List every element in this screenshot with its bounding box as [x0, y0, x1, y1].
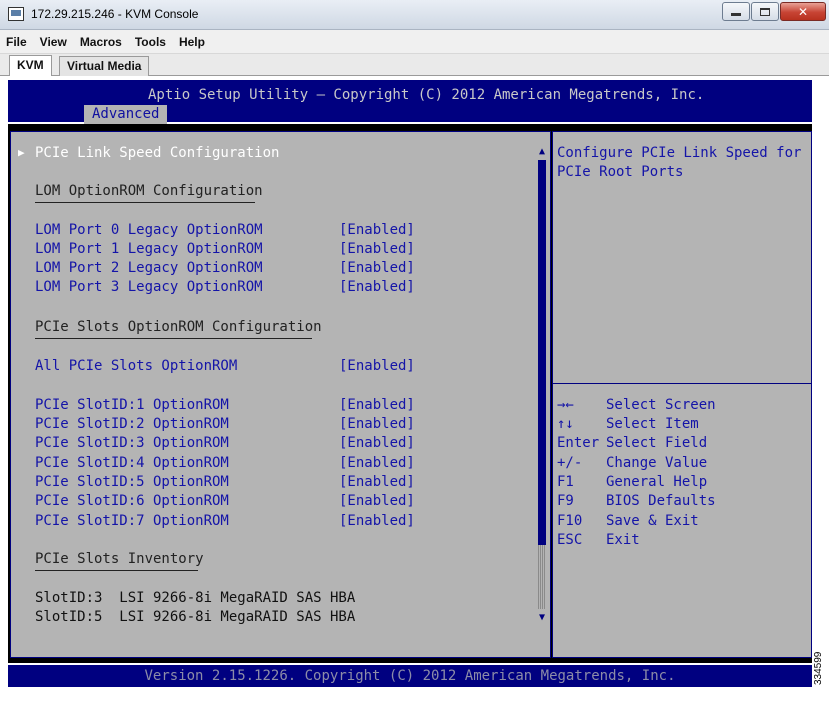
- lom-section-underline: [35, 202, 255, 203]
- scroll-up-arrow-icon[interactable]: ▲: [536, 146, 548, 158]
- key-bios-defaults-desc: BIOS Defaults: [606, 493, 716, 509]
- key-select-field-desc: Select Field: [606, 435, 708, 451]
- maximize-button[interactable]: [751, 2, 779, 21]
- key-general-help-desc: General Help: [606, 474, 708, 490]
- lom-port-1-value[interactable]: [Enabled]: [339, 240, 415, 258]
- pcie-slot-4-value[interactable]: [Enabled]: [339, 454, 415, 472]
- settings-scrollbar[interactable]: ▲ ▼: [536, 146, 548, 624]
- pcie-slot-2-item[interactable]: PCIe SlotID:2 OptionROM: [35, 415, 229, 433]
- key-select-screen: →←: [557, 397, 574, 413]
- window-titlebar[interactable]: 172.29.215.246 - KVM Console ✕: [0, 0, 829, 30]
- kvm-screen[interactable]: Aptio Setup Utility – Copyright (C) 2012…: [8, 80, 812, 687]
- tab-virtual-media[interactable]: Virtual Media: [59, 56, 150, 76]
- menu-view[interactable]: View: [40, 35, 67, 49]
- inventory-section-title: PCIe Slots Inventory: [35, 551, 204, 567]
- menu-help[interactable]: Help: [179, 35, 205, 49]
- pcie-slot-6-value[interactable]: [Enabled]: [339, 492, 415, 510]
- pcie-slot-3-value[interactable]: [Enabled]: [339, 434, 415, 452]
- inventory-slot-3: SlotID:3 LSI 9266-8i MegaRAID SAS HBA: [35, 590, 356, 606]
- pcie-slot-6-item[interactable]: PCIe SlotID:6 OptionROM: [35, 492, 229, 510]
- key-select-screen-desc: Select Screen: [606, 397, 716, 413]
- help-text-line-1: Configure PCIe Link Speed for: [557, 145, 802, 161]
- scroll-track[interactable]: [538, 545, 546, 609]
- help-divider: [553, 383, 811, 384]
- kvm-console-app-icon: [8, 7, 24, 21]
- submenu-pointer-icon: ▶: [18, 146, 25, 159]
- key-change-value-desc: Change Value: [606, 455, 708, 471]
- all-pcie-slots-value[interactable]: [Enabled]: [339, 357, 415, 375]
- menu-tools[interactable]: Tools: [135, 35, 166, 49]
- menu-macros[interactable]: Macros: [80, 35, 122, 49]
- key-save-exit-desc: Save & Exit: [606, 513, 699, 529]
- lom-port-2-item[interactable]: LOM Port 2 Legacy OptionROM: [35, 259, 263, 277]
- menubar: File View Macros Tools Help: [0, 30, 829, 54]
- menu-file[interactable]: File: [6, 35, 27, 49]
- inventory-slot-5: SlotID:5 LSI 9266-8i MegaRAID SAS HBA: [35, 609, 356, 625]
- window-title: 172.29.215.246 - KVM Console: [31, 7, 199, 21]
- pcie-slot-1-item[interactable]: PCIe SlotID:1 OptionROM: [35, 396, 229, 414]
- key-select-field: Enter: [557, 435, 600, 451]
- lom-port-3-item[interactable]: LOM Port 3 Legacy OptionROM: [35, 278, 263, 296]
- console-tabbar: KVM Virtual Media: [0, 54, 829, 76]
- lom-section-title: LOM OptionROM Configuration: [35, 183, 263, 199]
- pcie-slot-5-value[interactable]: [Enabled]: [339, 473, 415, 491]
- minimize-icon: [731, 13, 741, 16]
- key-select-item-desc: Select Item: [606, 416, 699, 432]
- key-select-item: ↑↓: [557, 416, 574, 432]
- lom-port-0-value[interactable]: [Enabled]: [339, 221, 415, 239]
- key-exit: ESC: [557, 532, 583, 548]
- bios-tab-advanced[interactable]: Advanced: [84, 105, 168, 124]
- tab-kvm[interactable]: KVM: [9, 55, 52, 76]
- lom-port-2-value[interactable]: [Enabled]: [339, 259, 415, 277]
- pcie-slot-4-item[interactable]: PCIe SlotID:4 OptionROM: [35, 454, 229, 472]
- lom-port-0-item[interactable]: LOM Port 0 Legacy OptionROM: [35, 221, 263, 239]
- key-save-exit: F10: [557, 513, 583, 529]
- key-change-value: +/-: [557, 455, 583, 471]
- scroll-thumb[interactable]: [538, 160, 546, 545]
- pcie-slot-1-value[interactable]: [Enabled]: [339, 396, 415, 414]
- pcie-slot-7-value[interactable]: [Enabled]: [339, 512, 415, 530]
- key-general-help: F1: [557, 474, 574, 490]
- inventory-section-underline: [35, 570, 198, 571]
- close-icon: ✕: [797, 4, 809, 19]
- slots-section-underline: [35, 338, 312, 339]
- slots-section-title: PCIe Slots OptionROM Configuration: [35, 319, 322, 335]
- scroll-down-arrow-icon[interactable]: ▼: [536, 612, 548, 624]
- lom-port-1-item[interactable]: LOM Port 1 Legacy OptionROM: [35, 240, 263, 258]
- pcie-slot-2-value[interactable]: [Enabled]: [339, 415, 415, 433]
- key-bios-defaults: F9: [557, 493, 574, 509]
- bios-settings-panel: ▶ PCIe Link Speed Configuration LOM Opti…: [10, 131, 551, 658]
- bios-footer: Version 2.15.1226. Copyright (C) 2012 Am…: [8, 663, 812, 687]
- pcie-slot-5-item[interactable]: PCIe SlotID:5 OptionROM: [35, 473, 229, 491]
- maximize-icon: [760, 7, 770, 16]
- pcie-slot-3-item[interactable]: PCIe SlotID:3 OptionROM: [35, 434, 229, 452]
- help-text-line-2: PCIe Root Ports: [557, 164, 684, 180]
- pcie-link-speed-item[interactable]: PCIe Link Speed Configuration: [35, 144, 279, 162]
- bios-header-title: Aptio Setup Utility – Copyright (C) 2012…: [148, 87, 705, 103]
- close-button[interactable]: ✕: [780, 2, 826, 21]
- lom-port-3-value[interactable]: [Enabled]: [339, 278, 415, 296]
- pcie-slot-7-item[interactable]: PCIe SlotID:7 OptionROM: [35, 512, 229, 530]
- bios-header: Aptio Setup Utility – Copyright (C) 2012…: [8, 80, 812, 124]
- figure-id-label: 334599: [813, 651, 824, 685]
- key-exit-desc: Exit: [606, 532, 640, 548]
- all-pcie-slots-item[interactable]: All PCIe Slots OptionROM: [35, 357, 237, 375]
- bios-help-panel: Configure PCIe Link Speed for PCIe Root …: [552, 131, 812, 658]
- minimize-button[interactable]: [722, 2, 750, 21]
